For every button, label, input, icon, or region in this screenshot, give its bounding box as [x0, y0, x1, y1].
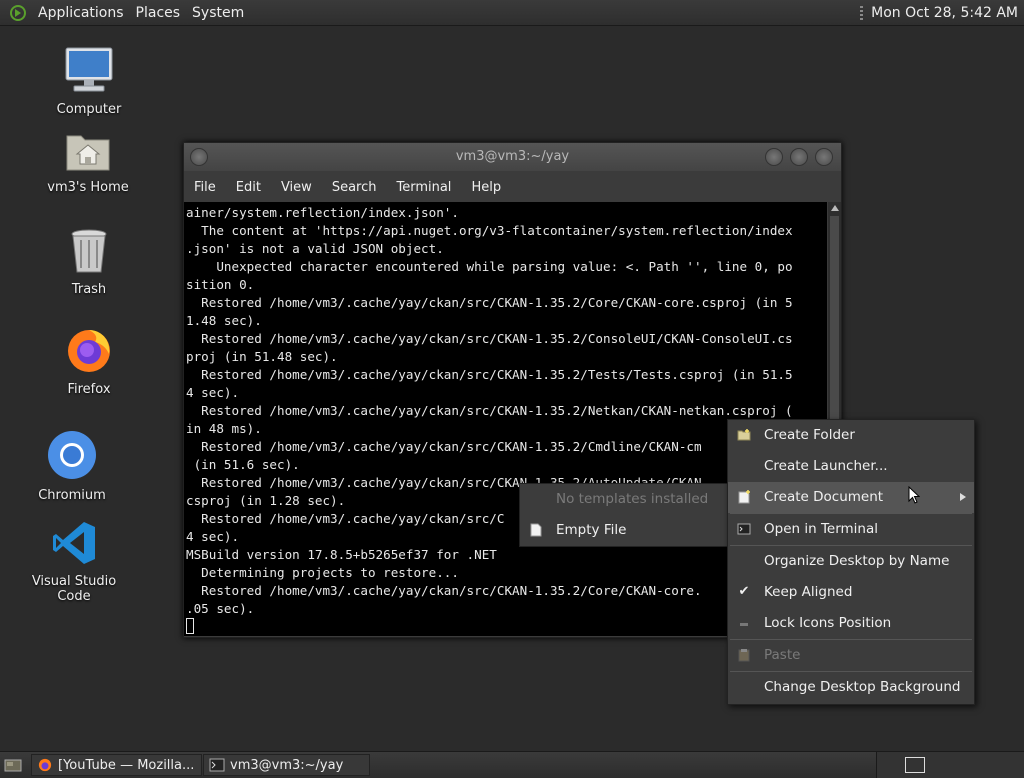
taskbar-item-firefox[interactable]: [YouTube — Mozilla... — [31, 754, 202, 776]
keep-aligned-item[interactable]: ✔ Keep Aligned — [728, 577, 974, 608]
firefox-icon — [38, 758, 52, 772]
new-folder-icon — [737, 429, 751, 441]
desktop-icon-label: Visual Studio Code — [31, 574, 117, 604]
terminal-icon — [737, 523, 751, 535]
terminal-menubar: File Edit View Search Terminal Help — [184, 173, 841, 201]
create-document-label: Create Document — [764, 489, 884, 505]
terminal-line: sition 0. — [186, 277, 255, 292]
terminal-line: .json' is not a valid JSON object. — [186, 241, 444, 256]
terminal-line: proj (in 51.48 sec). — [186, 349, 338, 364]
create-folder-item[interactable]: Create Folder — [728, 420, 974, 451]
change-background-label: Change Desktop Background — [764, 679, 961, 695]
chromium-icon — [48, 431, 96, 479]
menu-terminal[interactable]: Terminal — [386, 180, 461, 195]
desktop-icon-firefox[interactable]: Firefox — [34, 326, 144, 397]
desktop-icon-vscode[interactable]: Visual Studio Code — [19, 520, 129, 604]
create-launcher-label: Create Launcher... — [764, 458, 888, 474]
home-folder-icon — [66, 135, 110, 171]
terminal-line: Restored /home/vm3/.cache/yay/ckan/src/C… — [186, 295, 793, 310]
top-panel: Applications Places System Mon Oct 28, 5… — [0, 0, 1024, 26]
system-menu[interactable]: System — [186, 5, 250, 21]
firefox-icon — [68, 330, 110, 372]
checkmark-icon: ✔ — [738, 584, 750, 599]
empty-file-label: Empty File — [556, 522, 627, 538]
applications-menu[interactable]: Applications — [32, 5, 130, 21]
desktop-context-menu: Create Folder Create Launcher... Create … — [727, 419, 975, 705]
close-button[interactable] — [815, 148, 833, 166]
file-icon — [530, 523, 542, 537]
change-background-item[interactable]: Change Desktop Background — [728, 672, 974, 703]
menu-help[interactable]: Help — [461, 180, 511, 195]
menu-edit[interactable]: Edit — [226, 180, 271, 195]
new-document-icon — [738, 490, 750, 504]
taskbar-item-label: [YouTube — Mozilla... — [58, 758, 195, 773]
desktop-icon-label: vm3's Home — [47, 180, 129, 195]
terminal-line: Restored /home/vm3/.cache/yay/ckan/src/C… — [186, 331, 793, 346]
desktop-icon-trash[interactable]: Trash — [34, 228, 144, 297]
create-launcher-item[interactable]: Create Launcher... — [728, 451, 974, 482]
terminal-line: 4 sec). — [186, 385, 240, 400]
terminal-line: Restored /home/vm3/.cache/yay/ckan/src/C… — [186, 367, 793, 382]
desktop-icon-home[interactable]: vm3's Home — [33, 128, 143, 195]
paste-icon — [738, 649, 750, 662]
minimize-button[interactable] — [765, 148, 783, 166]
create-document-submenu: No templates installed Empty File — [519, 483, 729, 547]
terminal-cursor — [186, 618, 194, 634]
workspace-switcher[interactable] — [876, 752, 1024, 778]
vscode-icon — [53, 522, 95, 564]
menu-file[interactable]: File — [184, 180, 226, 195]
desktop-icon-computer[interactable]: Computer — [34, 46, 144, 117]
terminal-line: ainer/system.reflection/index.json'. — [186, 205, 459, 220]
mate-logo-icon[interactable] — [10, 4, 26, 21]
open-in-terminal-item[interactable]: Open in Terminal — [728, 514, 974, 545]
create-folder-label: Create Folder — [764, 427, 855, 443]
panel-handle[interactable] — [860, 5, 864, 20]
window-title: vm3@vm3:~/yay — [455, 149, 570, 164]
trash-icon — [71, 229, 107, 273]
lock-icon — [740, 623, 748, 626]
menu-view[interactable]: View — [271, 180, 322, 195]
mouse-pointer-icon — [908, 486, 920, 504]
terminal-titlebar[interactable]: vm3@vm3:~/yay — [184, 143, 841, 171]
workspace-1[interactable] — [905, 757, 925, 773]
menu-search[interactable]: Search — [322, 180, 387, 195]
organize-desktop-item[interactable]: Organize Desktop by Name — [728, 546, 974, 577]
terminal-line: 1.48 sec). — [186, 313, 262, 328]
bottom-panel: [YouTube — Mozilla... vm3@vm3:~/yay — [0, 751, 1024, 778]
no-templates-item: No templates installed — [520, 484, 728, 515]
terminal-line: The content at 'https://api.nuget.org/v3… — [186, 223, 793, 238]
terminal-line: Unexpected character encountered while p… — [186, 259, 793, 274]
open-in-terminal-label: Open in Terminal — [764, 521, 878, 537]
scroll-up-arrow-icon[interactable] — [831, 205, 839, 211]
paste-label: Paste — [764, 647, 801, 663]
submenu-arrow-icon — [960, 493, 966, 501]
terminal-icon — [209, 758, 225, 772]
desktop-icon-label: Trash — [71, 282, 107, 297]
lock-icons-label: Lock Icons Position — [764, 615, 892, 631]
desktop-icon-label: Firefox — [67, 382, 111, 397]
taskbar-item-terminal[interactable]: vm3@vm3:~/yay — [203, 754, 370, 776]
no-templates-label: No templates installed — [556, 491, 709, 507]
clock[interactable]: Mon Oct 28, 5:42 AM — [871, 5, 1018, 21]
organize-desktop-label: Organize Desktop by Name — [764, 553, 950, 569]
keep-aligned-label: Keep Aligned — [764, 584, 853, 600]
computer-icon — [65, 47, 113, 92]
maximize-button[interactable] — [790, 148, 808, 166]
places-menu[interactable]: Places — [130, 5, 187, 21]
terminal-line: Restored /home/vm3/.cache/yay/ckan/src/C… — [186, 403, 793, 418]
create-document-item[interactable]: Create Document — [728, 482, 974, 513]
desktop-icon-label: Chromium — [38, 488, 106, 503]
desktop-icon-chromium[interactable]: Chromium — [17, 430, 127, 503]
desktop-icon-label: Computer — [56, 102, 122, 117]
taskbar-item-label: vm3@vm3:~/yay — [230, 758, 344, 773]
lock-icons-item[interactable]: Lock Icons Position — [728, 608, 974, 639]
empty-file-item[interactable]: Empty File — [520, 515, 728, 546]
show-desktop-icon[interactable] — [4, 757, 22, 773]
paste-item: Paste — [728, 640, 974, 671]
